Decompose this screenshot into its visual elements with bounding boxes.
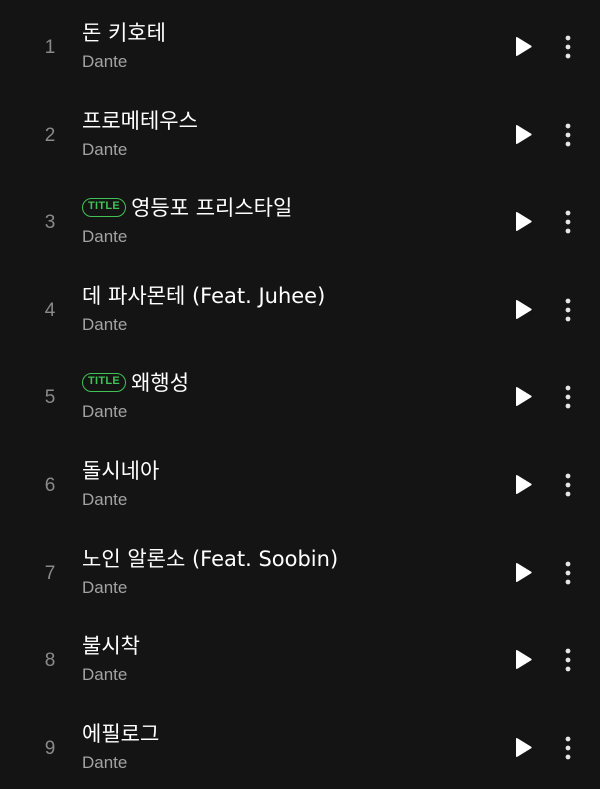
more-vertical-icon [565, 35, 571, 59]
title-track-badge: TITLE [82, 197, 127, 217]
track-artist: Dante [82, 402, 128, 421]
track-row[interactable]: 6 돌시네아 Dante [0, 439, 600, 526]
track-title: 왜행성 [131, 371, 190, 395]
more-options-button[interactable] [556, 559, 580, 587]
play-button[interactable] [511, 473, 535, 497]
track-row[interactable]: 1 돈 키호테 Dante [0, 1, 600, 88]
track-title: 불시착 [82, 634, 140, 658]
track-row[interactable]: 7 노인 알론소 (Feat. Soobin) Dante [0, 527, 600, 614]
more-options-button[interactable] [556, 646, 580, 674]
play-icon [516, 212, 532, 231]
track-title: 돌시네아 [82, 459, 160, 483]
more-vertical-icon [565, 473, 571, 497]
play-button[interactable] [511, 648, 535, 672]
track-row[interactable]: 8 불시착 Dante [0, 614, 600, 701]
play-icon [516, 738, 532, 757]
more-options-button[interactable] [556, 734, 580, 762]
play-button[interactable] [511, 385, 535, 409]
more-options-button[interactable] [556, 121, 580, 149]
track-title-line: 돌시네아 [82, 456, 159, 484]
track-title-line: 노인 알론소 (Feat. Soobin) [82, 544, 338, 572]
track-row[interactable]: 4 데 파사몬테 (Feat. Juhee) Dante [0, 264, 600, 351]
play-icon [516, 125, 532, 144]
more-options-button[interactable] [556, 33, 580, 61]
more-vertical-icon [565, 123, 571, 147]
track-title: 돈 키호테 [82, 21, 166, 45]
track-artist: Dante [82, 315, 128, 334]
track-number: 5 [44, 387, 56, 408]
track-number: 6 [44, 475, 56, 496]
play-icon [516, 563, 532, 582]
track-title-line: 에필로그 [82, 719, 159, 747]
track-artist: Dante [82, 665, 128, 684]
track-number: 9 [44, 738, 56, 759]
track-number: 4 [44, 300, 56, 321]
track-row[interactable]: 9 에필로그 Dante [0, 702, 600, 789]
title-track-badge: TITLE [82, 372, 127, 392]
track-title-line: TITLE 영등포 프리스타일 [82, 193, 292, 221]
track-artist: Dante [82, 52, 128, 71]
more-vertical-icon [565, 736, 571, 760]
track-row[interactable]: 5 TITLE 왜행성 Dante [0, 351, 600, 438]
track-artist: Dante [82, 753, 128, 772]
track-list: 1돈 키호테 Dante 2 프로메테우스 Dante 3 TITLE 영등포 프리스타일 Da… [0, 0, 600, 788]
track-artist: Dante [82, 490, 128, 509]
play-button[interactable] [511, 736, 535, 760]
play-button[interactable] [511, 210, 535, 234]
track-title: 데 파사몬테 (Feat. Juhee) [82, 284, 326, 308]
more-options-button[interactable] [556, 208, 580, 236]
play-icon [516, 37, 532, 56]
track-title-line: 데 파사몬테 (Feat. Juhee) [82, 281, 325, 309]
track-number: 1 [44, 37, 56, 58]
more-vertical-icon [565, 385, 571, 409]
more-vertical-icon [565, 561, 571, 585]
track-number: 7 [44, 563, 56, 584]
track-title-line: 프로메테우스 [82, 106, 198, 134]
more-vertical-icon [565, 648, 571, 672]
more-vertical-icon [565, 298, 571, 322]
track-title: 프로메테우스 [82, 109, 198, 133]
more-vertical-icon [565, 210, 571, 234]
play-icon [516, 300, 532, 319]
play-icon [516, 650, 532, 669]
track-number: 2 [44, 125, 56, 146]
play-button[interactable] [511, 561, 535, 585]
track-number: 8 [44, 650, 56, 671]
more-options-button[interactable] [556, 471, 580, 499]
play-icon [516, 475, 532, 494]
play-button[interactable] [511, 298, 535, 322]
track-title-line: 돈 키호테 [82, 18, 166, 46]
track-row[interactable]: 3 TITLE 영등포 프리스타일 Dante [0, 176, 600, 263]
more-options-button[interactable] [556, 383, 580, 411]
track-title: 영등포 프리스타일 [131, 196, 293, 220]
track-number: 3 [44, 212, 56, 233]
track-artist: Dante [82, 227, 128, 246]
play-button[interactable] [511, 123, 535, 147]
more-options-button[interactable] [556, 296, 580, 324]
track-artist: Dante [82, 578, 128, 597]
track-artist: Dante [82, 140, 128, 159]
track-title-line: 불시착 [82, 631, 140, 659]
track-row[interactable]: 2 프로메테우스 Dante [0, 89, 600, 176]
track-title-line: TITLE 왜행성 [82, 368, 189, 396]
track-title: 에필로그 [82, 722, 160, 746]
play-button[interactable] [511, 35, 535, 59]
play-icon [516, 387, 532, 406]
track-title: 노인 알론소 (Feat. Soobin) [82, 547, 339, 571]
